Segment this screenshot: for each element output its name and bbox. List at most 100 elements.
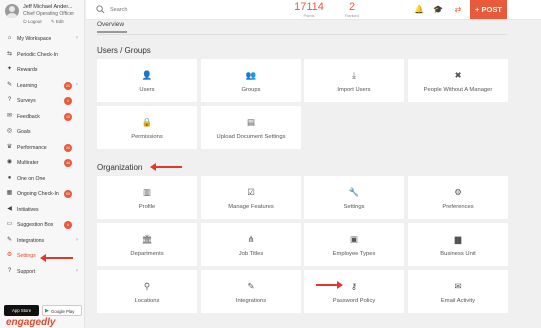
- sidebar-nav: ⌂ My Workspace › ⇆ Periodic Check-In ✦ Rewards…: [0, 31, 85, 279]
- tile-manage-features[interactable]: ☑ Manage Features: [201, 176, 301, 219]
- learning-icon: ✎: [6, 81, 13, 88]
- search-input[interactable]: [110, 4, 230, 15]
- ranked-stat[interactable]: 2 Ranked: [340, 1, 364, 18]
- tile-job-titles[interactable]: ⋔ Job Titles: [201, 223, 301, 266]
- sidebar-item-label: Periodic Check-In: [17, 51, 58, 58]
- count-badge: 1: [64, 97, 72, 105]
- settings-icon: ⚙: [6, 252, 13, 258]
- tile-profile[interactable]: ▥ Profile: [97, 176, 197, 219]
- main-content: Overview Users / Groups Organization 👤 Us…: [86, 20, 541, 328]
- multirater-icon: ◉: [6, 159, 13, 165]
- google-play-button[interactable]: ▶ Google Play: [42, 305, 82, 316]
- sidebar-item-my-workspace[interactable]: ⌂ My Workspace ›: [0, 31, 85, 47]
- sidebar-item-rewards[interactable]: ✦ Rewards: [0, 62, 85, 78]
- sidebar-item-feedback[interactable]: ✉ Feedback 10: [0, 109, 85, 125]
- tile-settings[interactable]: 🔧 Settings: [304, 176, 404, 219]
- rewards-icon: ✦: [6, 66, 13, 72]
- sidebar-item-performance[interactable]: ♛ Performance 24: [0, 140, 85, 156]
- sidebar-item-label: Surveys: [17, 98, 36, 104]
- tile-password-policy[interactable]: ⚷ Password Policy: [304, 270, 404, 313]
- sidebar-item-label: Initiatives: [17, 206, 39, 213]
- sidebar-item-initiatives[interactable]: ◀ Initiatives: [0, 202, 85, 218]
- tile-import-users[interactable]: ⤓ Import Users: [304, 59, 404, 102]
- sidebar-item-goals[interactable]: ◎ Goals: [0, 124, 85, 140]
- user-name[interactable]: Jeff Michael Ander...: [23, 4, 72, 10]
- sidebar-item-support[interactable]: ? Support ›: [0, 264, 85, 280]
- tile-groups[interactable]: 👥 Groups: [201, 59, 301, 102]
- tile-label: Import Users: [337, 87, 371, 93]
- tile-label: Integrations: [235, 298, 267, 304]
- chevron-right-icon[interactable]: ›: [76, 35, 78, 41]
- sidebar-item-multirater[interactable]: ◉ Multirater 44: [0, 155, 85, 171]
- upload-document-settings-icon: ▤: [246, 117, 256, 127]
- chevron-right-icon[interactable]: ›: [76, 82, 78, 88]
- tile-locations[interactable]: ⚲ Locations: [97, 270, 197, 313]
- sidebar-item-one-on-one[interactable]: ● One on One: [0, 171, 85, 187]
- chevron-right-icon[interactable]: ›: [76, 237, 78, 243]
- employee-types-icon: ▣: [349, 234, 359, 244]
- password-policy-icon: ⚷: [350, 281, 358, 291]
- ranked-value: 2: [348, 1, 356, 13]
- surveys-icon: ?: [7, 97, 12, 103]
- graduation-cap-icon[interactable]: 🎓: [433, 5, 443, 15]
- sidebar-item-label: One on One: [17, 175, 46, 182]
- sidebar-item-label: Goals: [17, 129, 31, 135]
- user-profile: Jeff Michael Ander... Chief Operating Of…: [0, 0, 85, 30]
- tile-label: People Without A Manager: [423, 87, 493, 93]
- tile-label: Password Policy: [332, 298, 376, 304]
- sidebar-item-surveys[interactable]: ? Surveys 1: [0, 93, 85, 109]
- sidebar-item-ongoing-check-in[interactable]: ▦ Ongoing Check-In 60: [0, 186, 85, 202]
- manage-features-icon: ☑: [247, 187, 255, 197]
- logout-link[interactable]: ⏻ Logout: [23, 19, 46, 24]
- tile-business-unit[interactable]: ▆ Business Unit: [408, 223, 508, 266]
- avatar[interactable]: [5, 4, 19, 18]
- tile-label: Job Titles: [238, 251, 264, 257]
- sidebar-item-label: Suggestion Box: [17, 222, 54, 228]
- tab-overview[interactable]: Overview: [97, 21, 127, 33]
- sidebar-item-suggestion-box[interactable]: ▭ Suggestion Box 4: [0, 217, 85, 233]
- feedback-icon: ✉: [6, 112, 13, 119]
- tile-integrations[interactable]: ✎ Integrations: [201, 270, 301, 313]
- tile-label: Employee Types: [332, 251, 376, 257]
- sidebar-item-label: Feedback: [17, 113, 40, 120]
- annotation-arrow-organization: [150, 163, 182, 171]
- app-store-button[interactable]: App Store: [4, 305, 39, 316]
- google-play-label: Google Play: [51, 309, 75, 314]
- permissions-icon: 🔒: [141, 117, 153, 127]
- user-links: ⏻ Logout ✎ Edit: [23, 19, 72, 25]
- tile-people-without-a-manager[interactable]: ✖ People Without A Manager: [408, 59, 508, 102]
- ongoing-check-in-icon: ▦: [6, 190, 13, 196]
- performance-icon: ♛: [6, 143, 13, 150]
- count-badge: 4: [64, 221, 72, 229]
- tile-preferences[interactable]: ⚙ Preferences: [408, 176, 508, 219]
- sidebar-item-periodic-check-in[interactable]: ⇆ Periodic Check-In: [0, 47, 85, 63]
- points-value: 17114: [294, 1, 324, 13]
- one-on-one-icon: ●: [7, 174, 12, 181]
- search-icon[interactable]: [96, 5, 105, 14]
- google-play-icon: ▶: [45, 308, 49, 314]
- tile-employee-types[interactable]: ▣ Employee Types: [304, 223, 404, 266]
- count-badge: 24: [64, 81, 72, 90]
- tile-departments[interactable]: 🏛 Departments: [97, 223, 197, 266]
- tile-email-activity[interactable]: ✉ Email Activity: [408, 270, 508, 313]
- tile-permissions[interactable]: 🔒 Permissions: [97, 106, 197, 149]
- annotation-arrow-settings: [40, 254, 73, 262]
- bell-icon[interactable]: 🔔: [414, 5, 424, 15]
- app-store-badges: App Store ▶ Google Play: [4, 305, 84, 317]
- sidebar-item-label: Ongoing Check-In: [17, 191, 59, 197]
- tile-users[interactable]: 👤 Users: [97, 59, 197, 102]
- user-title: Chief Operating Officer: [23, 11, 75, 17]
- switch-icon[interactable]: ⇄: [453, 5, 463, 15]
- chevron-right-icon[interactable]: ›: [76, 268, 78, 274]
- sidebar-item-integrations[interactable]: ✎ Integrations ›: [0, 233, 85, 249]
- tile-label: Groups: [241, 87, 261, 93]
- edit-label: Edit: [55, 19, 64, 24]
- edit-link[interactable]: ✎ Edit: [51, 19, 68, 24]
- groups-icon: 👥: [245, 70, 257, 80]
- points-stat[interactable]: 17114 Points: [292, 1, 326, 18]
- sidebar-item-learning[interactable]: ✎ Learning 24 ›: [0, 78, 85, 94]
- tile-upload-document-settings[interactable]: ▤ Upload Document Settings: [201, 106, 301, 149]
- post-button[interactable]: + POST: [470, 0, 507, 19]
- count-badge: 24: [64, 143, 72, 152]
- ranked-caption: Ranked: [345, 13, 359, 18]
